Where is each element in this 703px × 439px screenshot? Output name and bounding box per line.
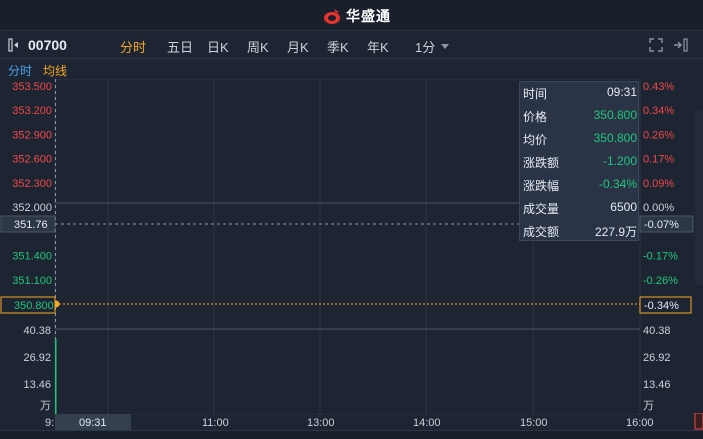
price-axis-right-label: -0.26%	[643, 275, 678, 287]
info-value-avg: 350.800	[593, 131, 637, 145]
collapse-panel-icon[interactable]	[8, 38, 22, 52]
time-tick-1100: 11:00	[202, 417, 229, 429]
tab-five-day[interactable]: 五日	[167, 37, 207, 56]
tab-time-share-line[interactable]: 分时	[8, 62, 32, 79]
tab-week-k[interactable]: 周K	[247, 37, 287, 56]
info-value-turnover: 227.9万	[594, 225, 637, 239]
current-pct-label: -0.34%	[644, 300, 679, 312]
time-axis-current: 09:31	[79, 417, 107, 429]
alert-edge-tag	[694, 413, 703, 430]
info-row-volume: 成交量 6500	[520, 197, 640, 219]
price-axis-right-label: 0.09%	[643, 178, 674, 190]
brand-name: 华盛通	[346, 8, 391, 24]
volume-axis-left-2: 13.46	[23, 379, 51, 391]
price-axis-left-label: 353.500	[12, 81, 52, 93]
chart-toolbar: 00700 分时 五日 日K 周K 月K 季K 年K 1分	[0, 31, 703, 59]
stock-selector[interactable]: 00700	[8, 37, 67, 53]
price-axis-left-label: 352.000	[12, 202, 52, 214]
time-tick-1400: 14:00	[413, 417, 441, 429]
time-tick-1300: 13:00	[307, 417, 335, 429]
status-bar	[0, 430, 703, 439]
price-axis-right-label: 0.34%	[643, 105, 674, 117]
info-value-change: -1.200	[602, 154, 637, 168]
info-row-turnover: 成交额 227.9万	[520, 220, 640, 242]
volume-bars	[55, 339, 57, 415]
period-tabs: 分时 五日 日K 周K 月K 季K 年K 1分	[120, 37, 450, 56]
info-row-change-pct: 涨跌幅 -0.34%	[520, 174, 640, 196]
info-label-change: 涨跌额	[523, 156, 560, 170]
price-axis-right: 0.43% 0.34% 0.26% 0.17% 0.09% 0.00% -0.17% -0.2…	[643, 81, 678, 287]
volume-axis-right-1: 26.92	[643, 352, 671, 364]
price-axis-left: 353.500 353.200 352.900 352.600 352.300 352.0…	[12, 81, 52, 287]
right-panel-edge	[695, 110, 703, 285]
price-axis-right-label: 0.17%	[643, 154, 674, 166]
expand-panel-icon[interactable]	[673, 38, 689, 52]
time-axis-start: 9:	[45, 417, 54, 429]
minute-interval-dropdown[interactable]: 1分	[415, 37, 450, 56]
price-axis-right-label: 0.26%	[643, 129, 674, 141]
volume-axis-left-unit: 万	[40, 400, 51, 412]
price-axis-left-label: 352.900	[12, 129, 52, 141]
fullscreen-icon[interactable]	[649, 38, 663, 52]
volume-bar	[55, 339, 57, 415]
info-label-volume: 成交量	[523, 202, 560, 216]
info-row-price: 价格 350.800	[520, 105, 640, 127]
current-price-label: 350.800	[14, 300, 54, 312]
toolbar-actions	[649, 38, 689, 52]
crosshair-price-label: 351.76	[14, 219, 48, 231]
tab-time-share[interactable]: 分时	[120, 37, 167, 56]
tab-month-k[interactable]: 月K	[287, 37, 327, 56]
price-axis-right-label: -0.17%	[643, 251, 678, 263]
price-axis-left-label: 352.300	[12, 178, 52, 190]
volume-axis-right-2: 13.46	[643, 379, 671, 391]
volume-axis-left-0: 40.38	[23, 325, 51, 337]
info-value-change-pct: -0.34%	[598, 177, 637, 191]
info-label-price: 价格	[523, 110, 548, 124]
tab-average-line[interactable]: 均线	[43, 62, 67, 79]
info-label-change-pct: 涨跌幅	[523, 179, 560, 193]
tab-quarter-k[interactable]: 季K	[327, 37, 367, 56]
time-tick-1500: 15:00	[520, 417, 548, 429]
info-row-change: 涨跌额 -1.200	[520, 151, 640, 173]
crosshair-info-panel: 时间 09:31 价格 350.800 均价 350.800 涨跌额 -1.20…	[519, 81, 639, 241]
stock-code: 00700	[28, 37, 67, 53]
info-row-avg: 均价 350.800	[520, 128, 640, 150]
minute-interval-label: 1分	[415, 40, 436, 55]
price-axis-left-label: 351.100	[12, 275, 52, 287]
info-value-time: 09:31	[606, 85, 637, 99]
chevron-down-icon	[441, 43, 450, 49]
price-axis-right-label: 0.43%	[643, 81, 674, 93]
brand-logo-icon	[324, 9, 340, 24]
indicator-tabs: 分时 均线	[0, 59, 703, 79]
volume-axis-right-unit: 万	[643, 400, 654, 412]
price-axis-right-label: 0.00%	[643, 202, 674, 214]
price-axis-left-label: 353.200	[12, 105, 52, 117]
vertical-gridlines	[107, 79, 534, 415]
info-value-price: 350.800	[593, 108, 637, 122]
volume-axis-left-1: 26.92	[23, 352, 51, 364]
price-axis-left-label: 351.400	[12, 251, 52, 263]
info-row-time: 时间 09:31	[520, 82, 640, 104]
info-value-volume: 6500	[610, 200, 637, 214]
time-tick-1600: 16:00	[626, 417, 654, 429]
tab-year-k[interactable]: 年K	[367, 37, 415, 56]
info-label-time: 时间	[523, 87, 548, 101]
title-bar: 华盛通	[0, 0, 703, 31]
volume-axis-right-0: 40.38	[643, 325, 671, 337]
app-logo: 华盛通	[322, 6, 391, 26]
tab-day-k[interactable]: 日K	[207, 37, 247, 56]
info-label-avg: 均价	[523, 133, 548, 147]
info-label-turnover: 成交额	[523, 225, 560, 239]
price-axis-left-label: 352.600	[12, 154, 52, 166]
crosshair-pct-label: -0.07%	[644, 219, 679, 231]
time-axis: 9: 09:31 11:00 13:00 14:00 15:00 16:00	[45, 413, 703, 430]
